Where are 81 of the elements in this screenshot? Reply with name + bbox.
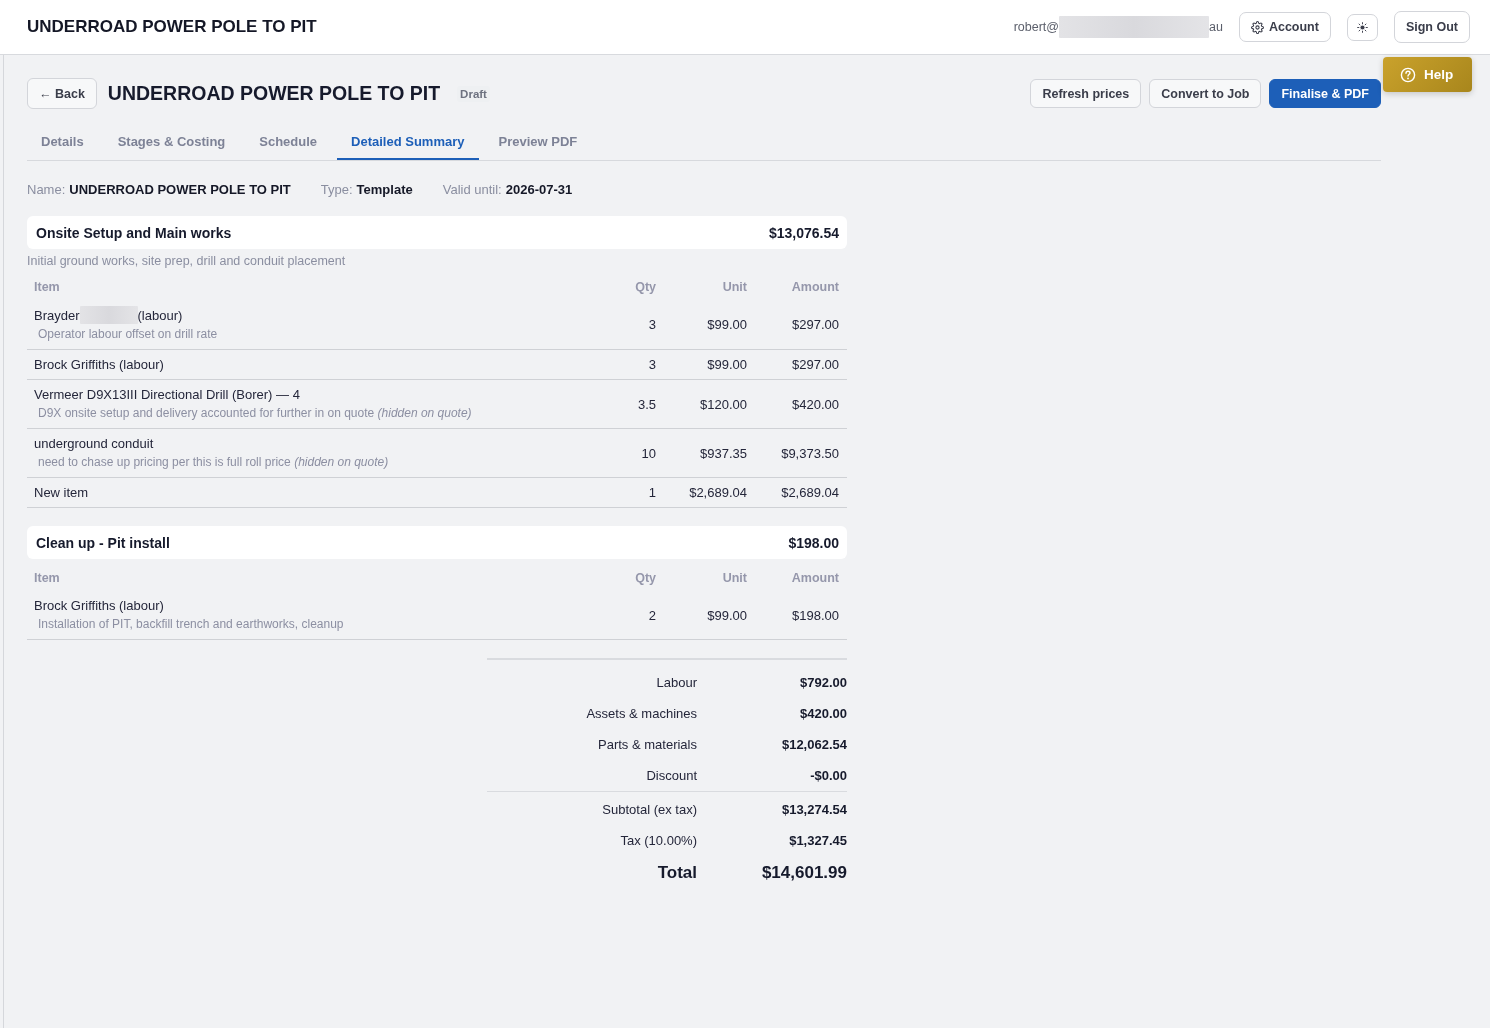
table-cell: $297.00 bbox=[755, 300, 847, 350]
table-cell: $2,689.04 bbox=[755, 477, 847, 508]
grand-total-label: Total bbox=[656, 863, 697, 883]
item-name: New item bbox=[34, 484, 89, 501]
primary-action-button[interactable]: Finalise & PDF bbox=[1269, 79, 1381, 108]
sign-out-button[interactable]: Sign Out bbox=[1393, 11, 1470, 43]
sun-icon bbox=[1356, 21, 1368, 33]
section-total: $198.00 bbox=[788, 534, 839, 551]
column-header: Unit bbox=[721, 570, 748, 587]
action-button[interactable]: Refresh prices bbox=[1030, 79, 1142, 108]
item-note: need to chase up pricing per this is full roll price (hidden on quote) bbox=[37, 454, 390, 471]
total-label: Assets & machines bbox=[585, 706, 697, 721]
total-label: Tax (10.00%) bbox=[619, 833, 697, 848]
column-header: Qty bbox=[634, 279, 657, 296]
table-cell: $2,689.04 bbox=[664, 477, 755, 508]
item-note: Operator labour offset on drill rate bbox=[37, 326, 219, 343]
total-value: $12,062.54 bbox=[780, 737, 847, 752]
tab[interactable]: Details bbox=[27, 125, 98, 160]
column-header: Unit bbox=[721, 279, 748, 296]
page-title: UNDERROAD POWER POLE TO PIT bbox=[27, 17, 317, 37]
help-icon bbox=[1400, 66, 1416, 83]
tab[interactable]: Detailed Summary bbox=[337, 125, 479, 160]
item-note: D9X onsite setup and delivery accounted for further in on quote (hidden on quote) bbox=[37, 405, 473, 422]
total-value: -$0.00 bbox=[809, 768, 847, 783]
meta-value: UNDERROAD POWER POLE TO PIT bbox=[69, 181, 291, 198]
section-title: Clean up - Pit install bbox=[36, 534, 170, 551]
table-cell: $120.00 bbox=[664, 379, 755, 429]
table-cell: $937.35 bbox=[664, 428, 755, 478]
item-name: Brock Griffiths (labour) bbox=[34, 356, 164, 373]
meta-label: Valid until: bbox=[442, 181, 502, 198]
total-value: $13,274.54 bbox=[780, 802, 847, 817]
section-title: Onsite Setup and Main works bbox=[36, 224, 232, 241]
table-cell: 3.5 bbox=[594, 379, 664, 429]
item-name: Brayder bbox=[34, 306, 80, 324]
meta-value: Template bbox=[356, 181, 413, 198]
meta-label: Type: bbox=[320, 181, 353, 198]
table-cell: $198.00 bbox=[755, 591, 847, 640]
account-button[interactable]: Account bbox=[1238, 12, 1331, 42]
total-label: Discount bbox=[645, 768, 697, 783]
table-cell: 3 bbox=[594, 300, 664, 350]
column-header: Amount bbox=[790, 279, 840, 296]
total-label: Parts & materials bbox=[597, 737, 697, 752]
item-name: Vermeer D9X13III Directional Drill (Borer) — 4 bbox=[34, 386, 300, 403]
theme-toggle-button[interactable] bbox=[1346, 13, 1378, 41]
table-cell: 2 bbox=[594, 591, 664, 640]
column-header: Item bbox=[33, 279, 61, 296]
table-cell: $99.00 bbox=[664, 349, 755, 380]
email-text: au bbox=[1209, 20, 1223, 34]
item-name: (labour) bbox=[137, 306, 183, 324]
tab[interactable]: Preview PDF bbox=[484, 125, 592, 160]
table-cell: $99.00 bbox=[664, 591, 755, 640]
total-value: $1,327.45 bbox=[788, 833, 847, 848]
email-text: robert@ bbox=[1013, 20, 1059, 34]
settings-icon bbox=[1250, 20, 1264, 34]
column-header: Amount bbox=[790, 570, 840, 587]
section-description: Initial ground works, site prep, drill and conduit placement bbox=[27, 254, 347, 268]
table-cell: $420.00 bbox=[755, 379, 847, 429]
grand-total-value: $14,601.99 bbox=[760, 863, 847, 883]
meta-value: 2026-07-31 bbox=[505, 181, 573, 198]
action-button[interactable]: Convert to Job bbox=[1149, 79, 1262, 108]
table-cell: 1 bbox=[594, 477, 664, 508]
tab[interactable]: Stages & Costing bbox=[103, 125, 240, 160]
table-cell: 10 bbox=[594, 428, 664, 478]
total-label: Subtotal (ex tax) bbox=[601, 802, 697, 817]
meta-label: Name: bbox=[27, 181, 66, 198]
tab[interactable]: Schedule bbox=[245, 125, 332, 160]
item-note: Installation of PIT, backfill trench and earthworks, cleanup bbox=[37, 616, 345, 633]
item-name: underground conduit bbox=[34, 435, 154, 452]
total-value: $420.00 bbox=[799, 706, 847, 721]
table-cell: $9,373.50 bbox=[755, 428, 847, 478]
column-header: Qty bbox=[634, 570, 657, 587]
item-name: Brock Griffiths (labour) bbox=[34, 597, 164, 614]
table-cell: $99.00 bbox=[664, 300, 755, 350]
column-header: Item bbox=[33, 570, 61, 587]
table-cell: 3 bbox=[594, 349, 664, 380]
total-value: $792.00 bbox=[799, 675, 847, 690]
section-total: $13,076.54 bbox=[768, 224, 839, 241]
back-button[interactable]: ← Back bbox=[27, 78, 97, 109]
table-cell: $297.00 bbox=[755, 349, 847, 380]
quote-title: UNDERROAD POWER POLE TO PIT bbox=[107, 82, 441, 105]
total-label: Labour bbox=[655, 675, 697, 690]
